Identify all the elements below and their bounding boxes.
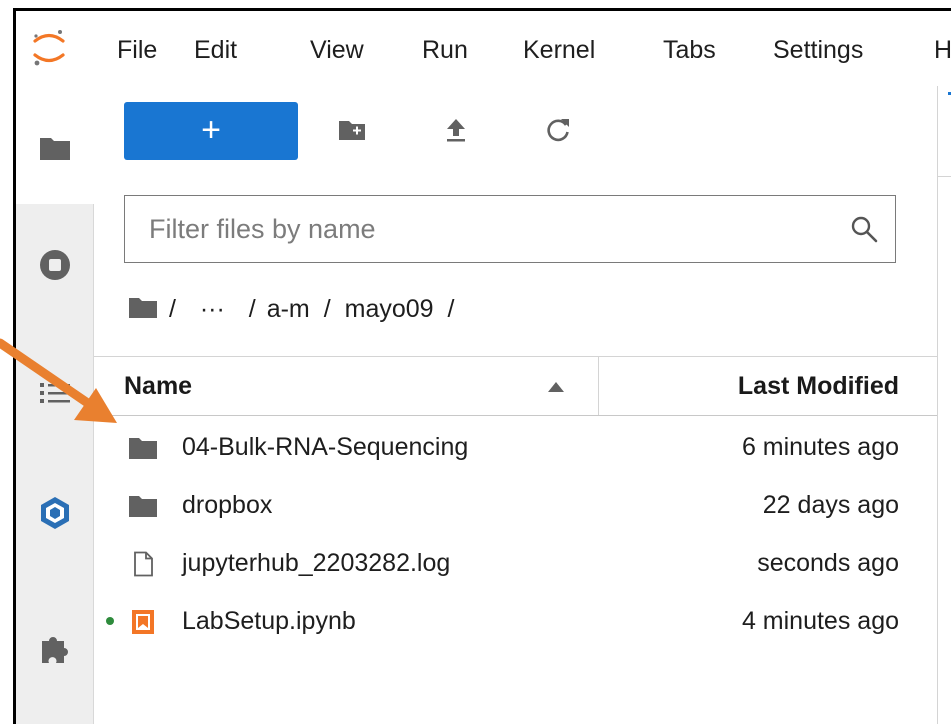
folder-icon — [129, 438, 157, 459]
stop-circle-icon[interactable] — [38, 248, 72, 282]
breadcrumb: / ··· / a-m / mayo09 / — [128, 291, 454, 327]
activity-bar — [16, 86, 94, 724]
menu-help[interactable]: H — [934, 11, 951, 86]
folder-icon — [129, 496, 157, 517]
menu-view[interactable]: View — [310, 11, 364, 86]
puzzle-icon[interactable] — [38, 631, 72, 665]
menu-settings[interactable]: Settings — [773, 11, 863, 86]
file-row-dropbox[interactable]: dropbox 22 days ago — [94, 476, 937, 534]
breadcrumb-separator: / — [248, 295, 256, 323]
column-header-last-modified[interactable]: Last Modified — [738, 357, 899, 415]
menu-run[interactable]: Run — [422, 11, 468, 86]
file-last-modified: 22 days ago — [762, 491, 899, 519]
file-browser: + / ··· / a-m — [94, 86, 937, 724]
filter-box — [124, 195, 896, 263]
menu-edit[interactable]: Edit — [194, 11, 237, 86]
breadcrumb-separator: / — [447, 295, 455, 323]
refresh-icon[interactable] — [542, 114, 574, 146]
main-area — [937, 86, 951, 724]
column-divider[interactable] — [598, 357, 599, 415]
file-last-modified: 4 minutes ago — [741, 607, 899, 635]
file-row-labsetup-ipynb[interactable]: LabSetup.ipynb 4 minutes ago — [94, 592, 937, 650]
file-name: LabSetup.ipynb — [182, 607, 356, 635]
folder-icon[interactable] — [38, 131, 72, 165]
file-name: 04-Bulk-RNA-Sequencing — [182, 433, 469, 461]
list-icon[interactable] — [38, 376, 72, 410]
breadcrumb-separator: / — [323, 295, 331, 323]
breadcrumb-a-m[interactable]: a-m — [267, 291, 310, 327]
menu-tabs[interactable]: Tabs — [663, 11, 716, 86]
home-folder-icon[interactable] — [128, 296, 158, 320]
running-indicator — [106, 617, 114, 625]
file-row-04-bulk-rna-sequencing[interactable]: 04-Bulk-RNA-Sequencing 6 minutes ago — [94, 418, 937, 476]
notebook-icon — [132, 610, 154, 634]
file-last-modified: seconds ago — [757, 549, 899, 577]
menu-bar: File Edit View Run Kernel Tabs Settings … — [16, 11, 951, 87]
file-icon — [134, 551, 153, 577]
file-name: jupyterhub_2203282.log — [182, 549, 451, 577]
menu-kernel[interactable]: Kernel — [523, 11, 595, 86]
column-header-name[interactable]: Name — [124, 357, 192, 415]
jupyterlab-window: File Edit View Run Kernel Tabs Settings … — [13, 8, 951, 724]
filter-files-input[interactable] — [125, 196, 825, 262]
new-launcher-button[interactable]: + — [124, 102, 298, 160]
sort-ascending-icon[interactable] — [547, 381, 565, 393]
file-name: dropbox — [182, 491, 273, 519]
breadcrumb-mayo09[interactable]: mayo09 — [345, 291, 434, 327]
breadcrumb-separator: / — [168, 295, 176, 323]
upload-icon[interactable] — [440, 114, 472, 146]
file-last-modified: 6 minutes ago — [741, 433, 899, 461]
file-row-jupyterhub-log[interactable]: jupyterhub_2203282.log seconds ago — [94, 534, 937, 592]
menu-file[interactable]: File — [117, 11, 157, 86]
hexagon-icon[interactable] — [38, 496, 72, 530]
main-tab-bar — [938, 86, 951, 177]
breadcrumb-ellipsis[interactable]: ··· — [200, 291, 225, 327]
new-folder-icon[interactable] — [336, 114, 368, 146]
file-list-header: Name Last Modified — [94, 356, 937, 416]
jupyter-logo-icon[interactable] — [32, 28, 66, 68]
search-icon[interactable] — [849, 214, 879, 244]
